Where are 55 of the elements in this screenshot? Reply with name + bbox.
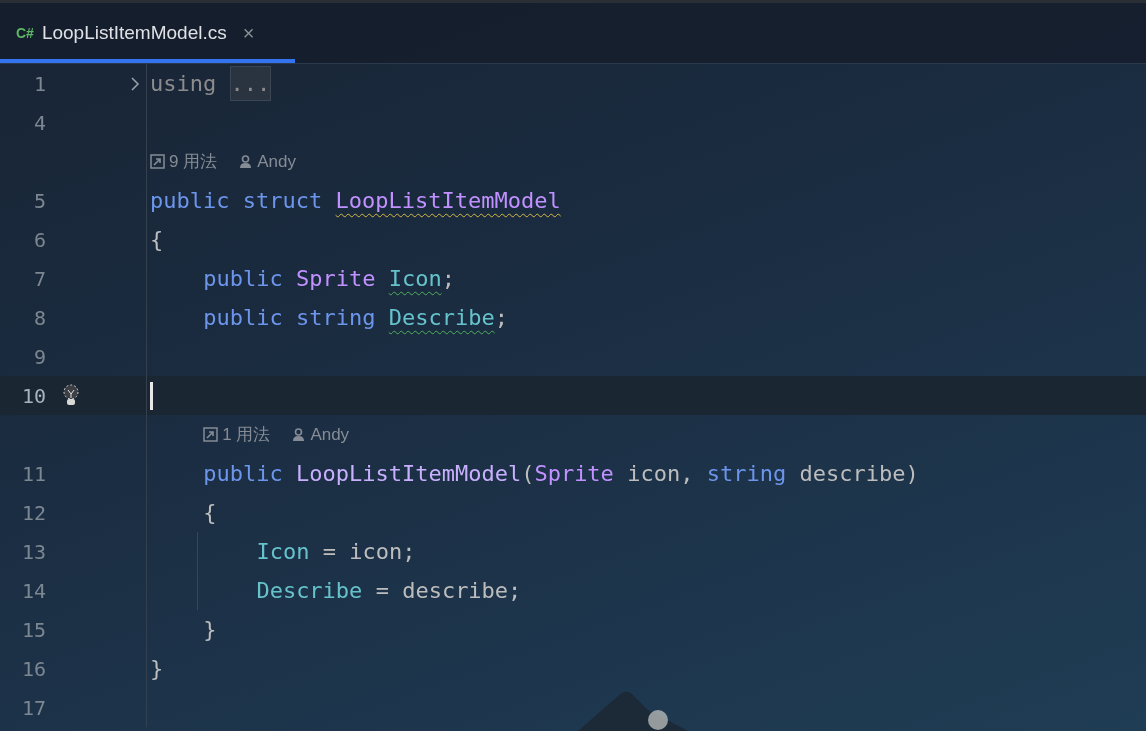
author-link[interactable]: Andy xyxy=(292,421,350,448)
line-number: 15 xyxy=(21,616,46,644)
line-number: 7 xyxy=(33,265,46,293)
code-text: } xyxy=(150,655,164,683)
line-number: 12 xyxy=(21,499,46,527)
code-text: = describe; xyxy=(375,577,522,605)
person-icon xyxy=(292,427,306,442)
code-text: ( xyxy=(521,460,535,488)
field-token: Describe xyxy=(256,577,363,605)
line-number: 4 xyxy=(33,109,46,137)
line-number: 11 xyxy=(21,460,46,488)
code-text: icon, xyxy=(627,460,694,488)
close-button[interactable]: × xyxy=(242,23,255,43)
code-text: describe) xyxy=(799,460,919,488)
keyword-token: string xyxy=(706,460,787,488)
keyword-token: using xyxy=(150,70,217,98)
line-number: 14 xyxy=(21,577,46,605)
code-text: ; xyxy=(441,265,455,293)
method-token: LoopListItemModel xyxy=(295,460,522,488)
line-number: 8 xyxy=(33,304,46,332)
person-icon xyxy=(239,154,253,169)
line-number: 6 xyxy=(33,226,46,254)
line-number: 5 xyxy=(33,187,46,215)
tab-title: LoopListItemModel.cs xyxy=(41,20,227,45)
field-token: Icon xyxy=(388,265,442,293)
line-number: 17 xyxy=(21,694,46,722)
code-text: } xyxy=(203,616,217,644)
fold-chevron-icon[interactable] xyxy=(130,75,140,92)
field-token: Describe xyxy=(388,304,495,332)
keyword-token: public xyxy=(203,304,283,332)
keyword-token: public xyxy=(203,460,283,488)
keyword-token: string xyxy=(295,304,376,332)
code-text: = icon; xyxy=(322,538,416,566)
file-tab[interactable]: C# LoopListItemModel.cs × xyxy=(0,3,295,63)
type-token: LoopListItemModel xyxy=(335,187,561,215)
field-token: Icon xyxy=(256,538,310,566)
code-text: ; xyxy=(494,304,508,332)
line-number: 10 xyxy=(21,382,46,410)
type-token: Sprite xyxy=(534,460,614,488)
folded-code-button[interactable]: ... xyxy=(229,66,272,101)
csharp-file-label: C# xyxy=(16,23,34,43)
code-text: { xyxy=(203,499,217,527)
author-link[interactable]: Andy xyxy=(239,148,296,175)
line-number: 16 xyxy=(21,655,46,683)
usages-link[interactable]: 1 用法 xyxy=(203,421,271,448)
line-number: 9 xyxy=(33,343,46,371)
code-text: { xyxy=(150,226,164,254)
keyword-token: public xyxy=(203,265,283,293)
keyword-token: public xyxy=(150,187,230,215)
line-number: 1 xyxy=(33,70,46,98)
type-token: Sprite xyxy=(295,265,376,293)
usages-link[interactable]: 9 用法 xyxy=(150,148,218,175)
keyword-token: struct xyxy=(242,187,323,215)
line-number: 13 xyxy=(21,538,46,566)
lightbulb-icon[interactable] xyxy=(62,383,80,408)
